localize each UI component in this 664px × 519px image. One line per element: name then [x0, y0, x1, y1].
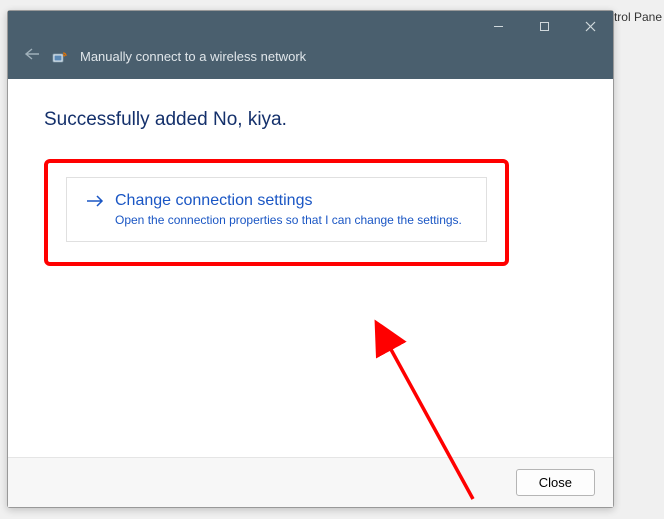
content-area: Successfully added No, kiya. Change conn… [8, 79, 613, 457]
titlebar: Manually connect to a wireless network [8, 11, 613, 79]
change-connection-settings-option[interactable]: Change connection settings Open the conn… [66, 177, 487, 242]
close-button[interactable]: Close [516, 469, 595, 496]
wireless-wizard-icon [52, 49, 68, 65]
minimize-button[interactable] [475, 11, 521, 41]
footer: Close [8, 457, 613, 507]
maximize-button[interactable] [521, 11, 567, 41]
option-description: Open the connection properties so that I… [115, 213, 462, 227]
arrow-right-icon [85, 192, 105, 214]
window-controls [475, 11, 613, 41]
background-text: ntrol Pane [607, 10, 662, 24]
back-arrow-icon[interactable] [24, 47, 40, 66]
title-row: Manually connect to a wireless network [8, 47, 613, 66]
close-window-button[interactable] [567, 11, 613, 41]
window-title: Manually connect to a wireless network [80, 49, 306, 64]
option-title: Change connection settings [115, 192, 462, 210]
success-heading: Successfully added No, kiya. [44, 109, 577, 131]
wizard-window: Manually connect to a wireless network S… [7, 10, 614, 508]
annotation-highlight-box: Change connection settings Open the conn… [44, 159, 509, 266]
